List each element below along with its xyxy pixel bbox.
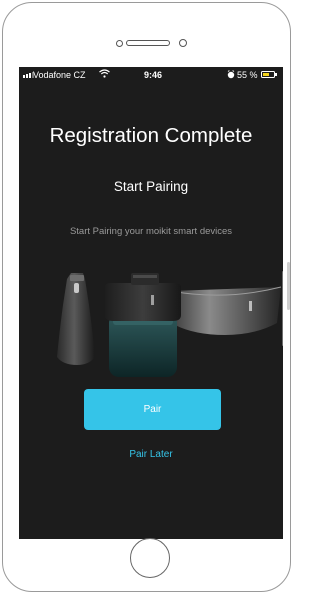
pair-later-link[interactable]: Pair Later [19,449,283,460]
side-button [287,262,290,310]
battery-tip [275,73,277,76]
battery-level [263,73,269,76]
status-bar: Vodafone CZ 9:46 55 % [19,67,283,83]
home-button[interactable] [130,538,170,578]
wifi-icon [99,69,110,80]
battery-icon [261,71,275,78]
pair-button[interactable]: Pair [84,389,221,430]
moikit-devices-illustration [57,273,282,377]
phone-screen: Vodafone CZ 9:46 55 % Registration Compl… [19,67,283,539]
earpiece-speaker [126,40,170,46]
alarm-icon [227,70,235,81]
battery-percent: 55 % [237,70,258,80]
scroll-indicator[interactable] [282,271,283,346]
carrier-name: Vodafone CZ [33,70,86,80]
page-title: Registration Complete [49,124,253,147]
description-text: Start Pairing your moikit smart devices [69,226,233,237]
section-subtitle: Start Pairing [113,179,189,194]
front-sensor [116,40,123,47]
front-camera [179,39,187,47]
clock-time: 9:46 [144,70,163,80]
